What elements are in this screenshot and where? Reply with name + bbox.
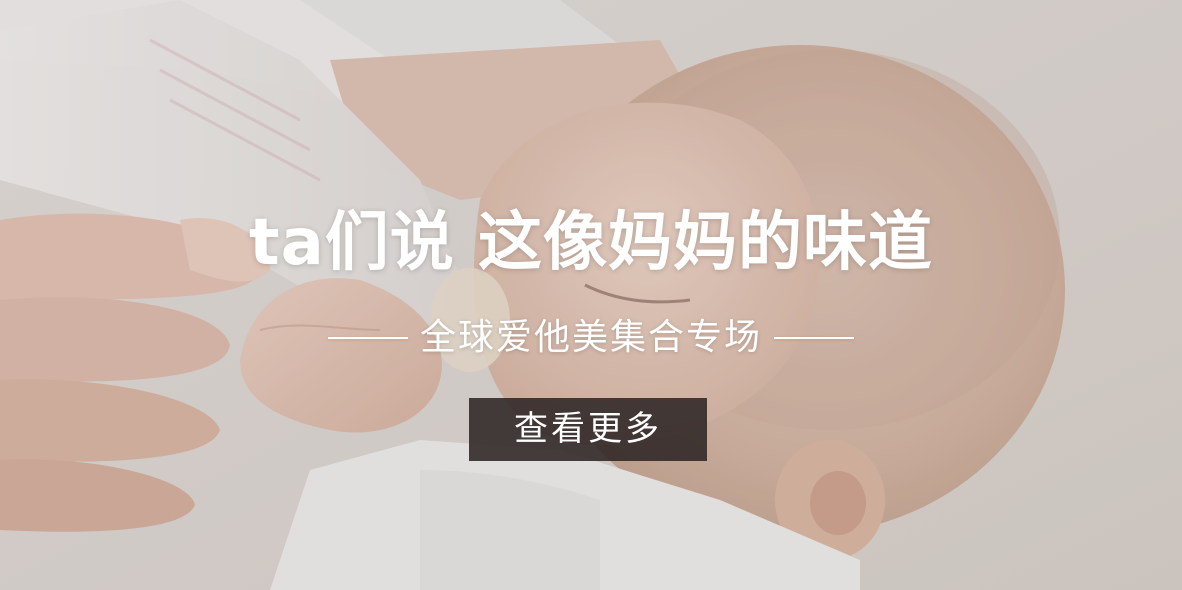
view-more-button[interactable]: 查看更多 <box>469 398 707 461</box>
banner-subtitle-row: 全球爱他美集合专场 <box>0 310 1182 366</box>
subtitle-right-rule <box>774 337 854 339</box>
subtitle-left-rule <box>327 337 408 339</box>
photo-dim-overlay <box>0 0 1182 590</box>
promo-banner: ta们说 这像妈妈的味道 全球爱他美集合专场 查看更多 <box>0 0 1182 590</box>
banner-headline: ta们说 这像妈妈的味道 <box>248 206 934 280</box>
banner-subtitle: 全球爱他美集合专场 <box>419 317 762 358</box>
